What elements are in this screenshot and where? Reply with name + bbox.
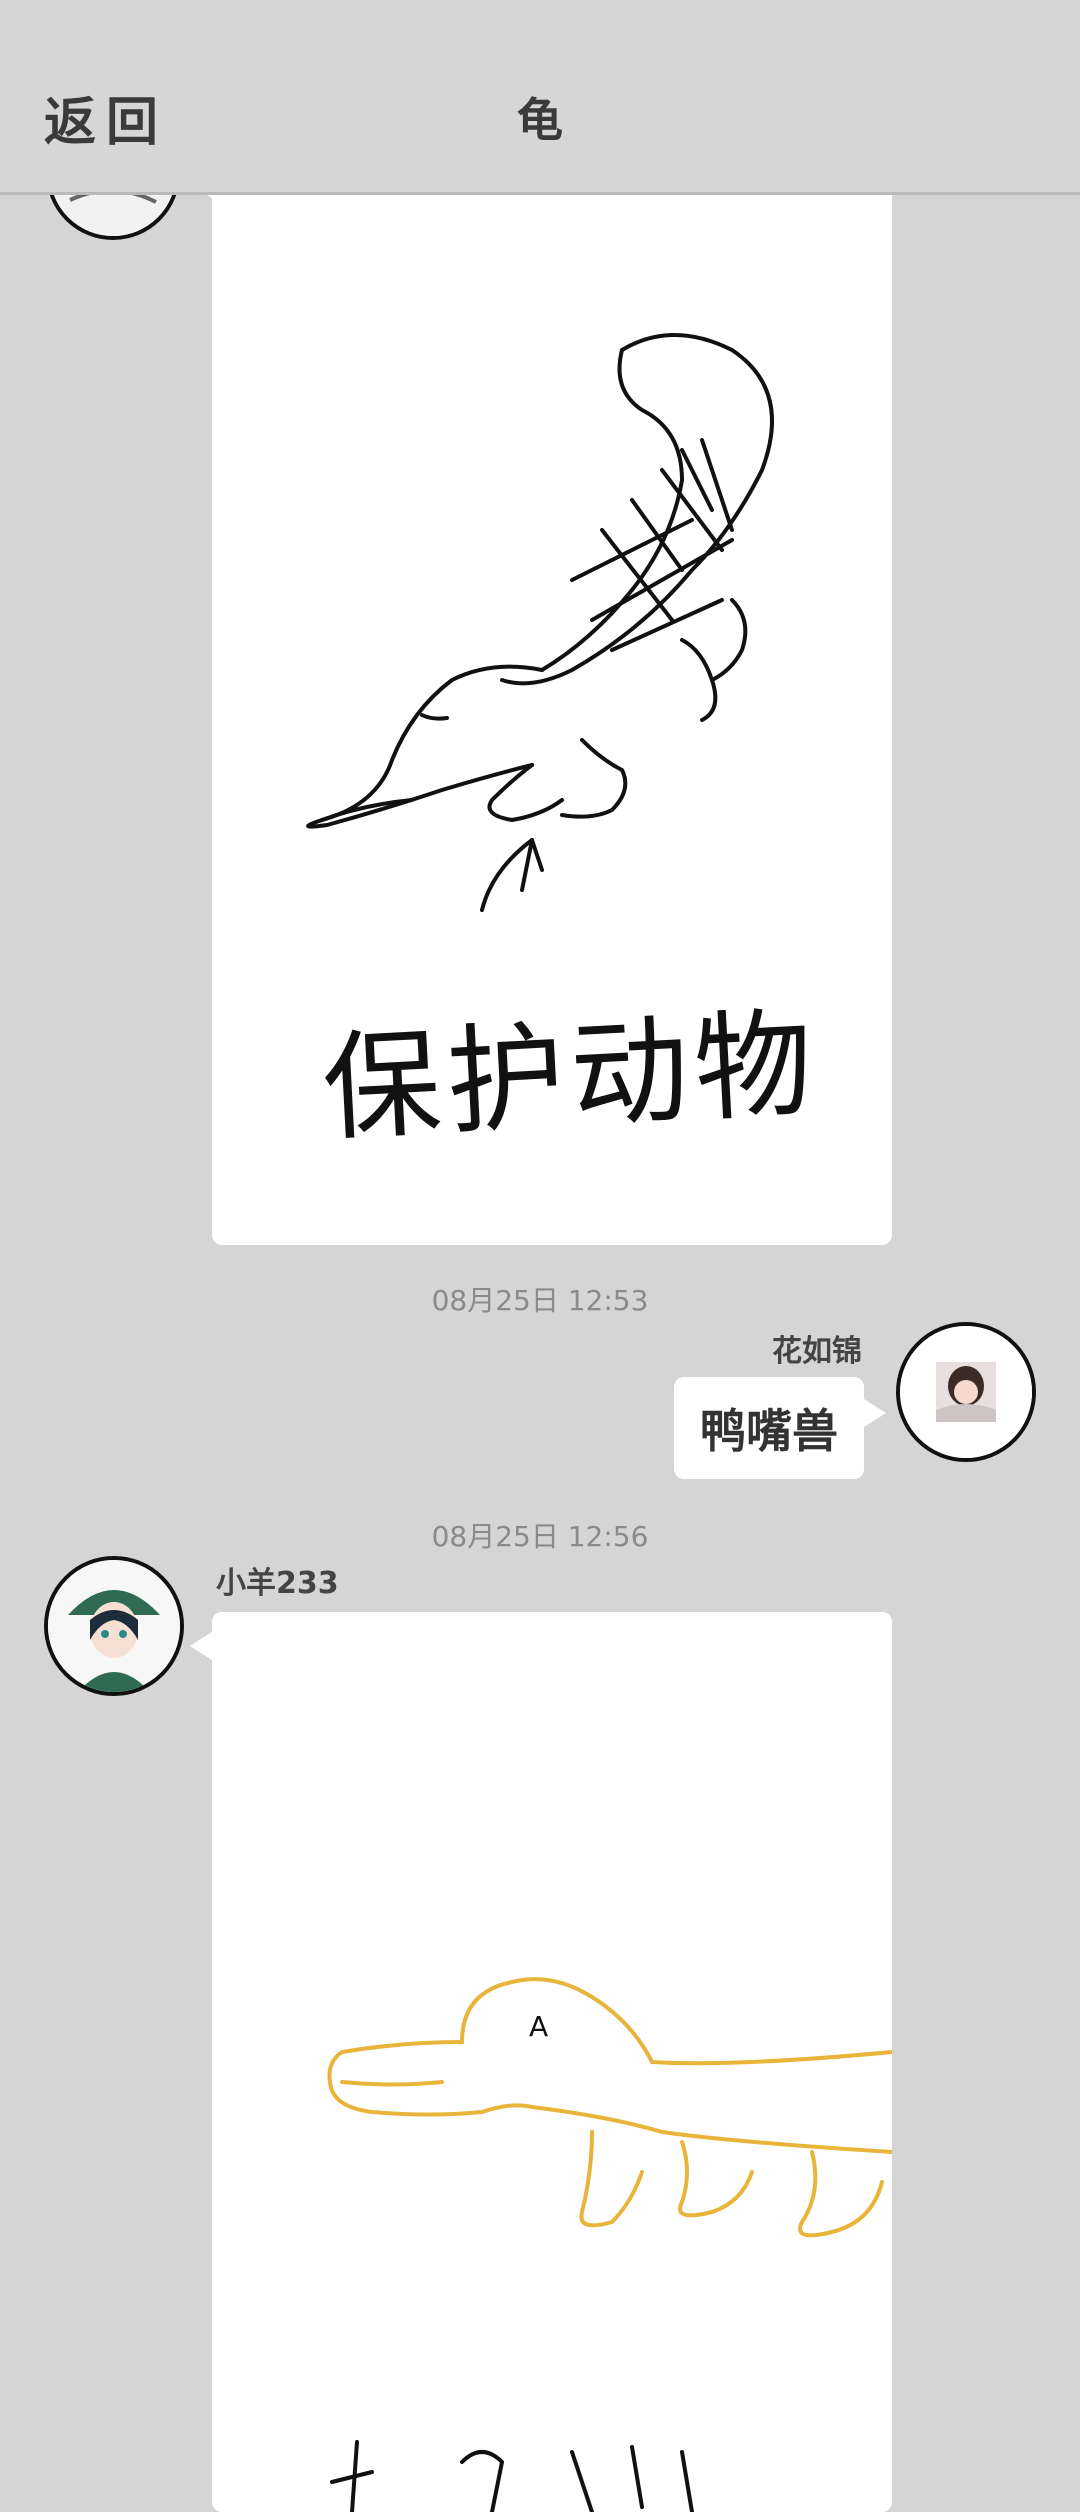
platypus-drawing: A [327,1977,892,2238]
timestamp: 08月25日 12:53 [431,1284,649,1317]
self-avatar[interactable] [896,1322,1036,1462]
sender-name: 小羊233 [216,1566,339,1601]
chat-title: 龟 [517,93,563,147]
drawing-message-2[interactable]: A [190,1612,892,2512]
sender-name: 花如锦 [772,1334,862,1369]
cropped-handwriting [330,2440,694,2512]
svg-text:A: A [529,2010,548,2043]
drawing-caption: 保护动物 [319,994,822,1158]
girl-avatar-icon [900,1326,1032,1458]
sender-avatar[interactable] [44,1556,184,1696]
timestamp: 08月25日 12:56 [431,1520,649,1553]
drawing-message-1[interactable]: 保护动物 [190,150,892,1245]
character-avatar-icon [48,1560,180,1692]
top-bar: 返回 龟 [0,0,1080,195]
text-message[interactable]: 鸭嘴兽 [674,1377,886,1479]
